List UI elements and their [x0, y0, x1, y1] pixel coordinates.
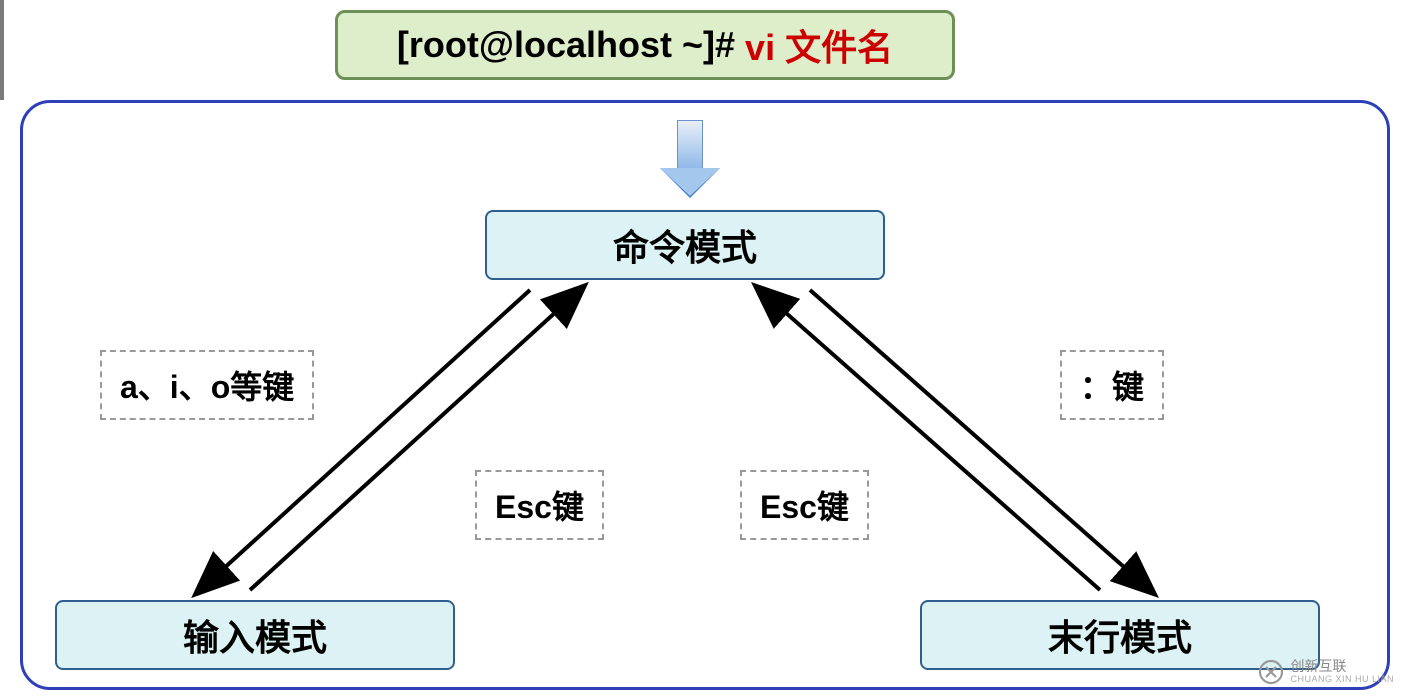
watermark: 创新互联 CHUANG XIN HU LIAN — [1258, 659, 1394, 685]
input-mode-label: 输入模式 — [183, 609, 327, 661]
aio-keys-label: a、i、o等键 — [100, 350, 314, 420]
esc-key-left-label: Esc键 — [475, 470, 604, 540]
watermark-logo-icon — [1258, 659, 1284, 685]
lastline-mode-label: 末行模式 — [1048, 609, 1192, 661]
command-line-box: [root@localhost ~]# vi 文件名 — [335, 10, 955, 80]
command-mode-box: 命令模式 — [485, 210, 885, 280]
arrow-down-icon — [660, 120, 720, 200]
watermark-sub-text: CHUANG XIN HU LIAN — [1290, 675, 1394, 685]
watermark-main-text: 创新互联 — [1290, 659, 1394, 674]
input-mode-box: 输入模式 — [55, 600, 455, 670]
command-text: vi 文件名 — [745, 19, 893, 71]
command-prompt: [root@localhost ~]# — [397, 24, 735, 66]
left-border-decoration — [0, 0, 4, 100]
esc-key-right-label: Esc键 — [740, 470, 869, 540]
colon-key-label: ：键 — [1060, 350, 1164, 420]
command-mode-label: 命令模式 — [613, 219, 757, 271]
